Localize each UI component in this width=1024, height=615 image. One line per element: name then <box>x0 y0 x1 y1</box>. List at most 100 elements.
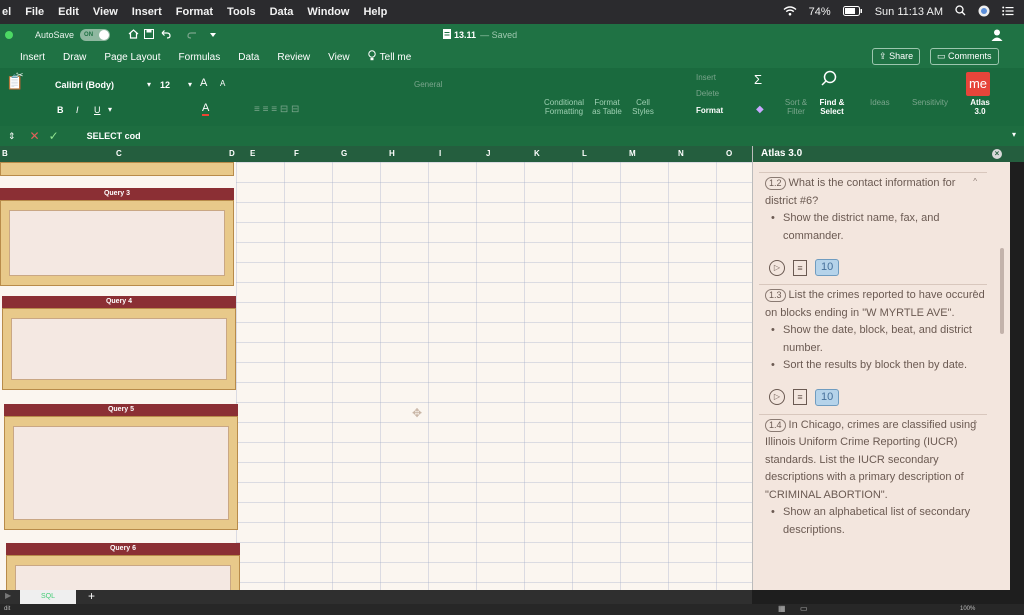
column-header[interactable]: N <box>678 149 684 158</box>
chevron-down-icon[interactable]: ▾ <box>147 80 151 89</box>
cell-styles-button[interactable]: Cell Styles <box>630 98 656 116</box>
autosum-icon[interactable]: Σ <box>754 72 762 87</box>
close-icon[interactable]: × <box>992 149 1002 159</box>
tab-view[interactable]: View <box>328 52 350 63</box>
run-query-icon[interactable]: ▷ <box>769 389 785 405</box>
underline-icon[interactable]: U <box>94 105 101 115</box>
collapse-chevron-icon[interactable]: ^ <box>973 415 977 433</box>
column-header[interactable]: O <box>726 149 732 158</box>
add-sheet-button[interactable]: + <box>88 589 95 603</box>
spotlight-search-icon[interactable] <box>955 5 966 19</box>
column-header[interactable]: K <box>534 149 540 158</box>
tab-insert[interactable]: Insert <box>20 52 45 63</box>
normal-view-icon[interactable]: ▦ <box>778 604 786 613</box>
insert-cells-button[interactable]: Insert <box>696 73 716 82</box>
query-input[interactable] <box>13 426 229 520</box>
column-header[interactable]: H <box>389 149 395 158</box>
column-header[interactable]: B <box>2 149 8 158</box>
column-header[interactable]: C <box>116 149 122 158</box>
comments-button[interactable]: ▭ Comments <box>930 48 999 65</box>
number-format-dropdown[interactable]: General <box>414 80 442 89</box>
query-box[interactable]: Query 4 <box>2 296 236 390</box>
tab-draw[interactable]: Draw <box>63 52 86 63</box>
chevron-down-icon[interactable]: ▾ <box>108 105 112 114</box>
expand-formula-icon[interactable]: ▾ <box>1012 130 1016 139</box>
undo-icon[interactable] <box>159 29 173 41</box>
window-zoom-button[interactable] <box>5 31 13 39</box>
column-header[interactable]: F <box>294 149 299 158</box>
autosave-toggle[interactable]: ON <box>80 29 111 41</box>
spreadsheet-grid[interactable]: Query 3 Query 4 Query 5 Query 6 ✥ <box>0 162 752 595</box>
home-icon[interactable] <box>128 29 139 41</box>
cancel-entry-icon[interactable]: ✕ <box>30 129 40 143</box>
column-header[interactable]: M <box>629 149 636 158</box>
bold-icon[interactable]: B <box>57 105 64 115</box>
conditional-formatting-button[interactable]: Conditional Formatting <box>540 98 588 116</box>
redo-icon[interactable] <box>187 29 199 41</box>
menu-tools[interactable]: Tools <box>227 6 256 18</box>
menu-insert[interactable]: Insert <box>132 6 162 18</box>
ideas-button[interactable]: Ideas <box>870 98 890 107</box>
menu-help[interactable]: Help <box>363 6 387 18</box>
tab-formulas[interactable]: Formulas <box>179 52 221 63</box>
format-as-table-button[interactable]: Format as Table <box>590 98 624 116</box>
query-input[interactable] <box>9 210 225 276</box>
column-header[interactable]: J <box>486 149 490 158</box>
query-box[interactable]: Query 6 <box>6 543 240 595</box>
menu-edit[interactable]: Edit <box>58 6 79 18</box>
run-query-icon[interactable]: ▷ <box>769 259 785 276</box>
column-header[interactable]: E <box>250 149 255 158</box>
tab-data[interactable]: Data <box>238 52 259 63</box>
column-header[interactable]: L <box>582 149 587 158</box>
sort-filter-button[interactable]: Sort & Filter <box>782 98 810 116</box>
decrease-font-icon[interactable]: A <box>220 79 225 88</box>
column-header[interactable]: D <box>229 149 235 158</box>
find-select-icon[interactable] <box>820 70 838 90</box>
column-header[interactable]: G <box>341 149 347 158</box>
quick-access-more-icon[interactable] <box>209 30 217 40</box>
zoom-level[interactable]: 100% <box>960 606 975 612</box>
format-cells-button[interactable]: Format <box>696 106 723 115</box>
wifi-icon[interactable] <box>783 5 797 19</box>
tab-review[interactable]: Review <box>277 52 310 63</box>
tab-page-layout[interactable]: Page Layout <box>104 52 160 63</box>
sensitivity-button[interactable]: Sensitivity <box>912 98 948 107</box>
query-box[interactable]: Query 5 <box>4 404 238 530</box>
query-input[interactable] <box>11 318 227 380</box>
align-icons[interactable]: ≡ ≡ ≡ ⊟ ⊟ <box>254 104 299 115</box>
clear-icon[interactable]: ◆ <box>756 104 764 115</box>
scroll-tabs-icon[interactable]: ▶ <box>5 591 11 600</box>
menu-format[interactable]: Format <box>176 6 213 18</box>
sheet-tab-sql[interactable]: SQL <box>20 590 76 604</box>
font-color-icon[interactable]: A <box>202 102 210 116</box>
query-box[interactable]: Query 3 <box>0 188 234 286</box>
save-icon[interactable] <box>144 29 155 41</box>
chevron-down-icon[interactable]: ▾ <box>188 80 192 89</box>
tell-me-search[interactable]: Tell me <box>380 52 412 63</box>
increase-font-icon[interactable]: A <box>200 77 207 89</box>
atlas-scrollbar[interactable] <box>1000 248 1004 334</box>
menu-file[interactable]: File <box>25 6 44 18</box>
formula-input[interactable]: SELECT cod <box>87 131 141 141</box>
menu-view[interactable]: View <box>93 6 118 18</box>
share-person-icon[interactable] <box>990 28 1004 44</box>
column-header[interactable]: I <box>439 149 441 158</box>
notification-center-icon[interactable] <box>1002 6 1014 19</box>
name-box-stepper[interactable]: ⇕ <box>8 131 16 142</box>
atlas-logo[interactable]: me <box>966 72 990 96</box>
find-select-button[interactable]: Find & Select <box>818 98 846 116</box>
document-icon[interactable]: ≡ <box>793 389 807 405</box>
share-button[interactable]: ⇪ Share <box>872 48 921 65</box>
collapse-chevron-icon[interactable]: ^ <box>973 173 977 191</box>
menu-data[interactable]: Data <box>270 6 294 18</box>
cut-icon[interactable]: ✂ <box>16 70 24 81</box>
clock[interactable]: Sun 11:13 AM <box>875 6 943 18</box>
collapse-chevron-icon[interactable]: ^ <box>973 285 977 303</box>
atlas-button[interactable]: Atlas 3.0 <box>968 98 992 116</box>
font-name-dropdown[interactable]: Calibri (Body) <box>55 80 114 90</box>
document-icon[interactable]: ≡ <box>793 259 807 276</box>
font-size-dropdown[interactable]: 12 <box>160 80 170 90</box>
battery-icon[interactable] <box>842 5 863 19</box>
confirm-entry-icon[interactable]: ✓ <box>49 129 59 143</box>
page-layout-view-icon[interactable]: ▭ <box>800 604 808 613</box>
